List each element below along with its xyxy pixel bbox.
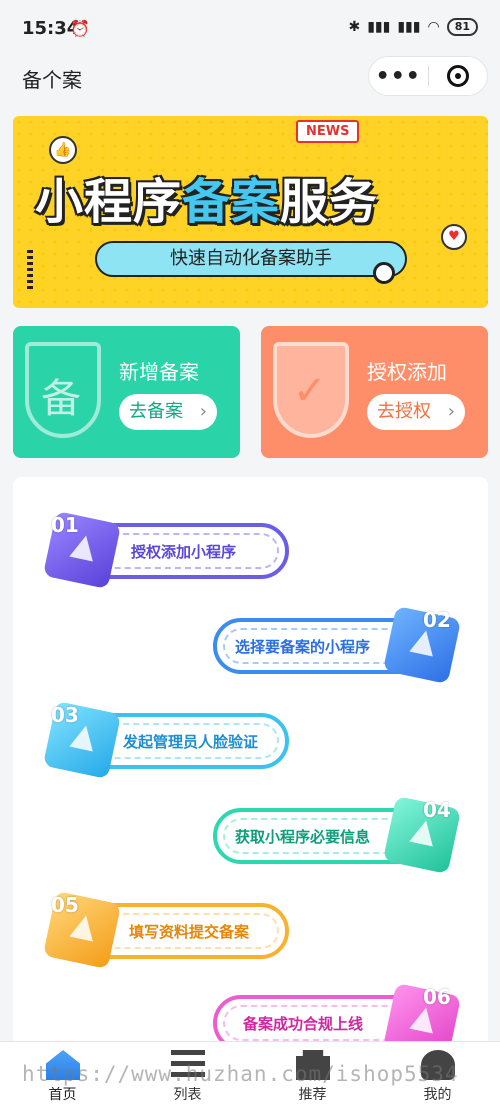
- step-5[interactable]: 05 填写资料提交备案: [42, 890, 295, 970]
- banner-title: 小程序备案服务: [35, 162, 378, 232]
- step-4[interactable]: 04 获取小程序必要信息: [213, 795, 463, 875]
- hero-banner[interactable]: 👍 NEWS 小程序备案服务 ♥ 快速自动化备案助手: [13, 116, 488, 308]
- tab-label: 首页: [48, 1087, 77, 1103]
- status-icons: ✱ ▮▮▮ ▮▮▮ ◠ 81: [348, 18, 478, 36]
- new-filing-card[interactable]: 备 新增备案 去备案 ›: [13, 326, 240, 458]
- go-authorize-button[interactable]: 去授权 ›: [367, 394, 465, 430]
- go-filing-button[interactable]: 去备案 ›: [119, 394, 217, 430]
- authorize-title: 授权添加: [367, 360, 447, 384]
- step-label: 备案成功合规上线: [243, 1015, 364, 1033]
- wifi-icon: ◠: [427, 19, 440, 35]
- step-label: 填写资料提交备案: [129, 923, 250, 941]
- news-badge: NEWS: [296, 120, 360, 143]
- target-icon: [446, 65, 469, 87]
- tab-label: 我的: [423, 1087, 452, 1103]
- step-label: 选择要备案的小程序: [235, 638, 371, 656]
- watermark-text: https://www.huzhan.com/ishop5534: [22, 1062, 459, 1086]
- steps-panel: 01 授权添加小程序 02 选择要备案的小程序 03 发起管理员人脸验证 04 …: [13, 477, 488, 1057]
- more-icon[interactable]: •••: [369, 64, 428, 89]
- step-number: 04: [423, 798, 451, 822]
- status-bar: 15:34 ⏰ ✱ ▮▮▮ ▮▮▮ ◠ 81: [0, 0, 500, 58]
- step-number: 02: [423, 608, 451, 632]
- chevron-right-icon: ›: [447, 401, 455, 422]
- signal-icon: ▮▮▮: [367, 19, 391, 35]
- step-number: 03: [51, 703, 79, 727]
- banner-title-part2: 备案: [182, 174, 281, 230]
- go-authorize-label: 去授权: [377, 401, 431, 422]
- shield-icon-char: 备: [41, 376, 81, 422]
- bluetooth-icon: ✱: [348, 19, 361, 35]
- tab-label: 列表: [173, 1087, 202, 1103]
- new-filing-title: 新增备案: [119, 360, 199, 384]
- alarm-icon: ⏰: [70, 19, 90, 38]
- step-2[interactable]: 02 选择要备案的小程序: [213, 605, 463, 685]
- checkmark-icon: ✓: [293, 368, 327, 414]
- authorize-card[interactable]: ✓ 授权添加 去授权 ›: [261, 326, 488, 458]
- step-label: 获取小程序必要信息: [235, 828, 371, 846]
- step-1[interactable]: 01 授权添加小程序: [42, 510, 295, 590]
- step-label: 授权添加小程序: [131, 543, 237, 561]
- banner-subtitle: 快速自动化备案助手: [95, 241, 407, 277]
- tab-label: 推荐: [298, 1087, 327, 1103]
- step-number: 05: [51, 893, 79, 917]
- step-3[interactable]: 03 发起管理员人脸验证: [42, 700, 295, 780]
- chevron-right-icon: ›: [199, 401, 207, 422]
- signal-icon-2: ▮▮▮: [397, 19, 421, 35]
- banner-title-part1: 小程序: [35, 174, 183, 230]
- banner-title-part3: 服务: [280, 174, 379, 230]
- battery-icon: 81: [446, 18, 478, 36]
- step-number: 01: [51, 513, 79, 537]
- go-filing-label: 去备案: [129, 401, 183, 422]
- close-miniprogram-button[interactable]: [428, 65, 487, 87]
- magnifier-icon: [373, 262, 395, 284]
- navbar: 备个案 •••: [0, 56, 500, 108]
- page-title: 备个案: [22, 68, 82, 92]
- step-number: 06: [423, 985, 451, 1009]
- step-label: 发起管理员人脸验证: [123, 733, 259, 751]
- decorative-stripes: [27, 250, 33, 290]
- miniprogram-capsule: •••: [368, 56, 488, 96]
- thumbs-up-icon: 👍: [49, 136, 77, 164]
- heart-icon: ♥: [441, 224, 467, 250]
